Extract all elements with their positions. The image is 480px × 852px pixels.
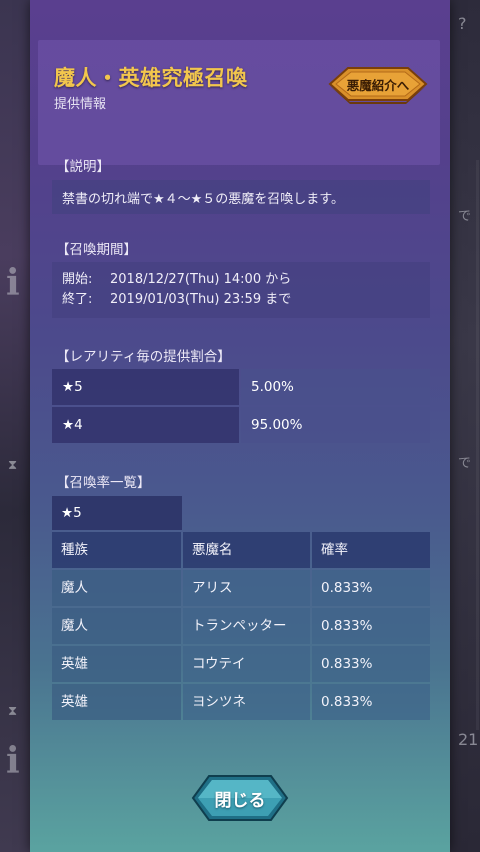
close-button-label: 閉じる <box>214 791 266 811</box>
rate-cell: 5.00% <box>241 369 430 405</box>
rarity-rates-table: ★5 5.00% ★4 95.00% <box>52 369 430 445</box>
period-start-key: 開始: <box>62 272 93 287</box>
race-cell: 英雄 <box>52 684 181 720</box>
summon-info-dialog: 魔人・英雄究極召喚 提供情報 悪魔紹介へ 【説明】 禁書の切れ端で★４〜★５の悪… <box>30 0 479 852</box>
demon-intro-button-label: 悪魔紹介へ <box>346 78 410 93</box>
background-left-strip <box>0 0 30 852</box>
table-row: 英雄 ヨシツネ 0.833% <box>52 684 430 720</box>
description-text: 禁書の切れ端で★４〜★５の悪魔を召喚します。 <box>62 192 345 207</box>
rate-cell: 0.833% <box>312 646 430 682</box>
period-label: 【召喚期間】 <box>56 242 137 258</box>
help-icon: ? <box>458 14 467 33</box>
description-label: 【説明】 <box>56 159 110 175</box>
demon-name-cell: トランペッター <box>183 608 310 644</box>
period-start-value: 2018/12/27(Thu) 14:00 から <box>110 272 292 287</box>
scrollbar[interactable] <box>476 160 479 730</box>
rate-cell: 0.833% <box>312 570 430 606</box>
background-text: で <box>458 209 472 224</box>
period-end-value: 2019/01/03(Thu) 23:59 まで <box>110 292 292 307</box>
race-cell: 英雄 <box>52 646 181 682</box>
dialog-subtitle: 提供情報 <box>54 97 107 112</box>
period-end-key: 終了: <box>62 292 93 307</box>
close-button[interactable]: 閉じる <box>191 772 289 824</box>
rarity-cell: ★4 <box>52 407 239 443</box>
hourglass-icon: ⧗ <box>8 704 18 719</box>
rate-cell: 0.833% <box>312 608 430 644</box>
race-cell: 魔人 <box>52 608 181 644</box>
description-box: 禁書の切れ端で★４〜★５の悪魔を召喚します。 <box>52 180 430 214</box>
info-icon: i <box>6 740 20 782</box>
rate-cell: 95.00% <box>241 407 430 443</box>
race-cell: 魔人 <box>52 570 181 606</box>
background-text: 21 <box>458 730 479 749</box>
table-row: 魔人 アリス 0.833% <box>52 570 430 606</box>
hourglass-icon: ⧗ <box>8 458 18 473</box>
period-box: 開始: 2018/12/27(Thu) 14:00 から 終了: 2019/01/0… <box>52 262 430 318</box>
column-header-race: 種族 <box>52 532 181 568</box>
dialog-title: 魔人・英雄究極召喚 <box>54 66 248 90</box>
column-header-rate: 確率 <box>312 532 430 568</box>
table-row: ★4 95.00% <box>52 407 430 443</box>
summon-rate-table[interactable]: 種族 悪魔名 確率 魔人 アリス 0.833% 魔人 トランペッター 0.833… <box>52 532 430 728</box>
demon-name-cell: コウテイ <box>183 646 310 682</box>
rarity-cell: ★5 <box>52 369 239 405</box>
info-icon: i <box>6 262 20 304</box>
table-row: ★5 5.00% <box>52 369 430 405</box>
demon-name-cell: ヨシツネ <box>183 684 310 720</box>
table-header-row: 種族 悪魔名 確率 <box>52 532 430 568</box>
table-row <box>52 722 430 728</box>
demon-intro-button[interactable]: 悪魔紹介へ <box>326 62 430 112</box>
table-row: 魔人 トランペッター 0.833% <box>52 608 430 644</box>
rate-cell: 0.833% <box>312 684 430 720</box>
rarity-rates-label: 【レアリティ毎の提供割合】 <box>56 349 231 365</box>
summon-list-label: 【召喚率一覧】 <box>56 475 151 491</box>
background-text: で <box>458 456 472 471</box>
period-start-row: 開始: 2018/12/27(Thu) 14:00 から <box>62 270 420 290</box>
demon-name-cell: アリス <box>183 570 310 606</box>
rarity-tab-5star[interactable]: ★5 <box>52 496 182 530</box>
column-header-demon-name: 悪魔名 <box>183 532 310 568</box>
table-row: 英雄 コウテイ 0.833% <box>52 646 430 682</box>
period-end-row: 終了: 2019/01/03(Thu) 23:59 まで <box>62 290 420 310</box>
